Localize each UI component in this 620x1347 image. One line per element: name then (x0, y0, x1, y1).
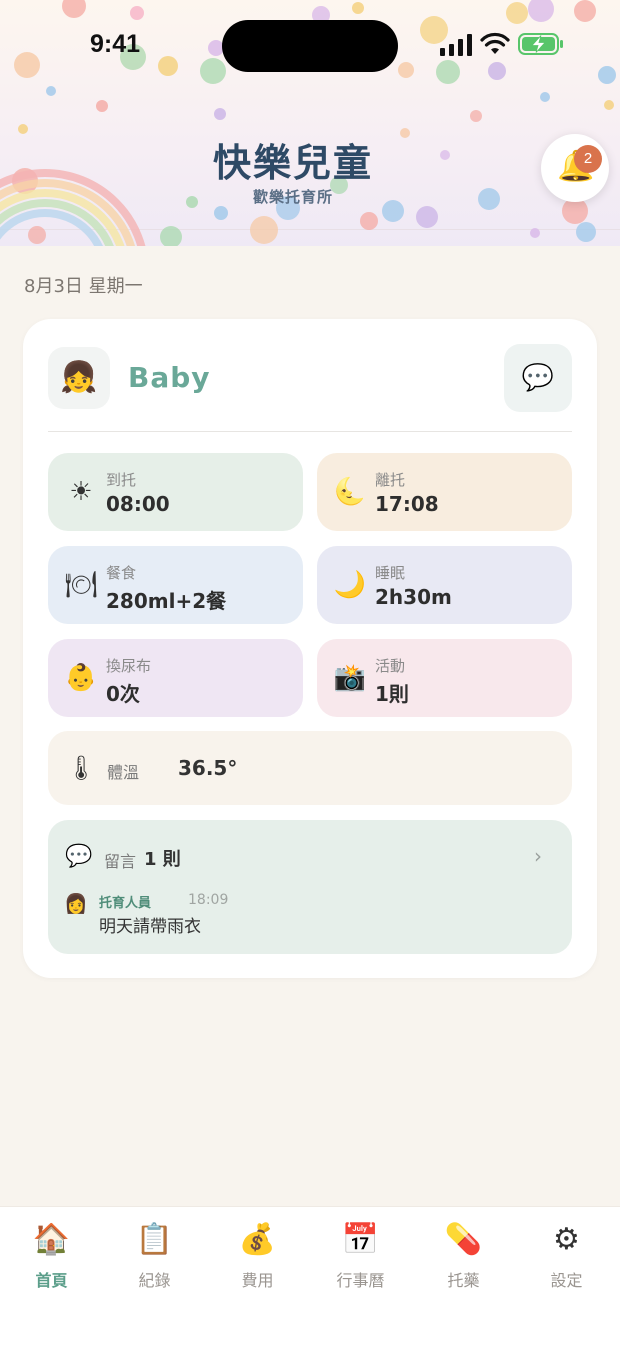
chevron-right-icon: › (534, 844, 542, 868)
child-face-icon: 👧 (60, 360, 98, 395)
diaper-tile[interactable]: 👶 換尿布 0次 (48, 639, 303, 717)
baby-icon: 👶 (64, 663, 98, 693)
confetti-dot (160, 226, 182, 246)
message-time: 18:09 (188, 892, 229, 908)
sleep-value: 2h30m (375, 585, 452, 609)
app-title: 快樂兒童 (212, 141, 373, 185)
money-bag-icon: 💰 (238, 1222, 277, 1257)
status-time: 9:41 (90, 30, 141, 58)
thermometer-icon: 🌡 (65, 754, 97, 782)
chat-button[interactable]: 💬 (504, 344, 572, 412)
confetti-dot (360, 212, 378, 230)
current-date: 8月3日 星期一 (24, 276, 143, 297)
speech-bubble-icon: 💬 (521, 363, 555, 393)
tab-settings[interactable]: ⚙ 設定 (515, 1221, 618, 1291)
messages-label: 留言 (104, 852, 137, 871)
messages-count: 1 則 (144, 849, 181, 870)
plate-icon: 🍽 (64, 570, 98, 600)
temperature-label: 體溫 (107, 763, 140, 782)
meal-label: 餐食 (106, 564, 137, 582)
message-text: 明天請帶雨衣 (99, 917, 201, 937)
confetti-dot (250, 216, 278, 244)
calendar-icon: 📅 (341, 1222, 380, 1257)
message-author: 托育人員 (99, 896, 152, 911)
house-icon: 🏠 (32, 1222, 71, 1257)
sleep-label: 睡眠 (375, 564, 406, 582)
card-divider (48, 431, 572, 432)
pill-icon: 💊 (444, 1222, 483, 1257)
messages-panel[interactable]: 💬 留言 1 則 › 👩 托育人員 18:09 明天請帶雨衣 (48, 820, 572, 954)
message-bubble-icon: 💬 (65, 844, 93, 869)
departure-value: 17:08 (375, 492, 439, 516)
battery-charging-icon (518, 33, 563, 55)
tab-calendar-label: 行事曆 (336, 1271, 385, 1290)
activity-value: 1則 (375, 682, 409, 706)
confetti-dot (214, 206, 228, 220)
confetti-dot (604, 100, 614, 110)
dynamic-island (222, 20, 398, 72)
gear-icon: ⚙ (553, 1222, 580, 1257)
moon-face-icon: 🌜 (333, 477, 367, 507)
activity-tile[interactable]: 📸 活動 1則 (317, 639, 572, 717)
confetti-dot (416, 206, 438, 228)
tab-bar: 🏠 首頁 📋 紀錄 💰 費用 📅 行事曆 💊 托藥 ⚙ 設定 (0, 1206, 620, 1347)
tab-fees-label: 費用 (241, 1271, 274, 1290)
arrival-label: 到托 (106, 471, 137, 489)
child-summary-card: 👧 Baby 💬 ☀ 到托 08:00 🌜 離托 17:08 🍽 餐食 280m… (23, 319, 597, 978)
sun-icon: ☀ (69, 477, 93, 507)
camera-flash-icon: 📸 (333, 663, 367, 693)
arrival-tile[interactable]: ☀ 到托 08:00 (48, 453, 303, 531)
app-subtitle: 歡樂托育所 (252, 188, 333, 206)
arrival-value: 08:00 (106, 492, 170, 516)
crescent-moon-icon: 🌙 (333, 570, 367, 600)
meal-value: 280ml+2餐 (106, 589, 227, 613)
confetti-dot (214, 108, 226, 120)
tab-medication-label: 托藥 (447, 1271, 480, 1290)
child-name[interactable]: Baby (128, 361, 211, 394)
diaper-value: 0次 (106, 682, 140, 706)
temperature-value: 36.5° (178, 756, 238, 780)
tab-records[interactable]: 📋 紀錄 (103, 1221, 206, 1291)
confetti-dot (96, 100, 108, 112)
diaper-label: 換尿布 (106, 657, 152, 675)
tab-calendar[interactable]: 📅 行事曆 (309, 1221, 412, 1291)
caregiver-avatar-icon: 👩 (64, 893, 88, 915)
confetti-dot (470, 110, 482, 122)
tab-home[interactable]: 🏠 首頁 (0, 1221, 103, 1291)
activity-label: 活動 (375, 657, 406, 675)
wifi-icon (480, 32, 510, 54)
sleep-tile[interactable]: 🌙 睡眠 2h30m (317, 546, 572, 624)
confetti-dot (576, 222, 596, 242)
clipboard-icon: 📋 (135, 1222, 174, 1257)
tab-medication[interactable]: 💊 托藥 (412, 1221, 515, 1291)
status-bar: 9:41 (0, 0, 620, 90)
tab-records-label: 紀錄 (138, 1271, 171, 1290)
notification-badge: 2 (574, 145, 602, 173)
tab-fees[interactable]: 💰 費用 (206, 1221, 309, 1291)
confetti-dot (540, 92, 550, 102)
meal-tile[interactable]: 🍽 餐食 280ml+2餐 (48, 546, 303, 624)
child-avatar[interactable]: 👧 (48, 347, 110, 409)
cellular-signal-icon (440, 34, 472, 56)
departure-tile[interactable]: 🌜 離托 17:08 (317, 453, 572, 531)
tab-home-label: 首頁 (35, 1271, 68, 1290)
tab-settings-label: 設定 (550, 1271, 583, 1290)
departure-label: 離托 (375, 471, 406, 489)
header-banner: 9:41 快樂兒童 歡樂托育所 (0, 0, 620, 246)
notifications-button[interactable]: 🔔 (541, 134, 609, 202)
temperature-row[interactable]: 🌡 體溫 36.5° (48, 731, 572, 805)
confetti-dot (530, 228, 540, 238)
